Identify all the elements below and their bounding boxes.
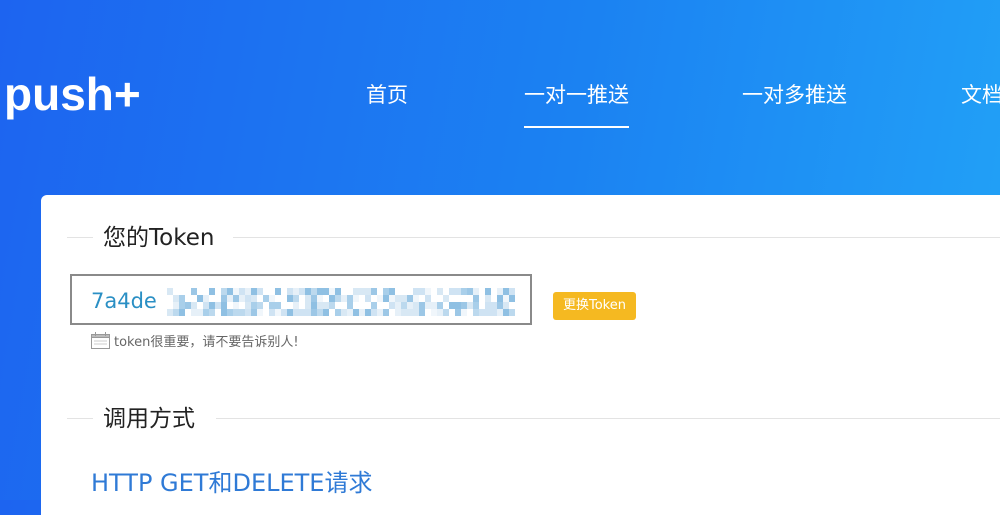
site-logo[interactable]: push+ <box>4 66 141 122</box>
site-header: push+ 首页 一对一推送 一对多推送 文档 <box>0 0 1000 195</box>
mosaic-pixel <box>503 302 509 309</box>
mosaic-pixel <box>485 295 491 302</box>
token-section-title: 您的Token <box>103 225 215 251</box>
mosaic-pixel <box>443 309 449 316</box>
nav-docs[interactable]: 文档 <box>961 80 1000 110</box>
mosaic-pixel <box>365 295 371 302</box>
mosaic-pixel <box>329 302 335 309</box>
mosaic-pixel <box>323 309 329 316</box>
mosaic-pixel <box>425 295 431 302</box>
mosaic-pixel <box>383 309 389 316</box>
mosaic-pixel <box>191 302 197 309</box>
section-divider <box>216 418 1000 419</box>
http-get-delete-link[interactable]: HTTP GET和DELETE请求 <box>91 467 372 499</box>
mosaic-pixel <box>509 309 515 316</box>
mosaic-pixel <box>371 288 377 295</box>
mosaic-pixel <box>371 302 377 309</box>
mosaic-pixel <box>509 295 515 302</box>
mosaic-pixel <box>437 288 443 295</box>
change-token-button[interactable]: 更换Token <box>553 292 636 320</box>
mosaic-pixel <box>293 302 299 309</box>
mosaic-pixel <box>485 288 491 295</box>
mosaic-pixel <box>179 309 185 316</box>
mosaic-pixel <box>293 295 299 302</box>
usage-section-title: 调用方式 <box>103 406 195 432</box>
nav-one-to-one-push[interactable]: 一对一推送 <box>524 80 629 128</box>
mosaic-pixel <box>509 288 515 295</box>
mosaic-pixel <box>209 288 215 295</box>
section-divider <box>233 237 1000 238</box>
mosaic-pixel <box>209 309 215 316</box>
mosaic-pixel <box>335 288 341 295</box>
mosaic-pixel <box>269 295 275 302</box>
mosaic-pixel <box>347 302 353 309</box>
main-card: 您的Token 7a4de 更换Token token很重要，请不要告诉别人! … <box>41 195 1000 515</box>
mosaic-pixel <box>413 295 419 302</box>
mosaic-pixel <box>389 288 395 295</box>
mosaic-pixel <box>473 295 479 302</box>
mosaic-pixel <box>317 295 323 302</box>
mosaic-pixel <box>275 302 281 309</box>
calendar-icon <box>91 332 110 355</box>
token-field[interactable]: 7a4de <box>70 274 532 325</box>
token-tip: token很重要，请不要告诉别人! <box>91 332 299 355</box>
mosaic-pixel <box>425 288 431 295</box>
mosaic-pixel <box>257 309 263 316</box>
mosaic-pixel <box>257 302 263 309</box>
mosaic-pixel <box>443 295 449 302</box>
mosaic-pixel <box>275 288 281 295</box>
mosaic-pixel <box>203 295 209 302</box>
nav-home[interactable]: 首页 <box>366 80 408 110</box>
mosaic-pixel <box>179 295 185 302</box>
mosaic-pixel <box>221 302 227 309</box>
mosaic-pixel <box>473 288 479 295</box>
token-section-header: 您的Token <box>41 223 1000 253</box>
mosaic-pixel <box>473 302 479 309</box>
mosaic-pixel <box>167 288 173 295</box>
mosaic-pixel <box>353 295 359 302</box>
token-obscured-mosaic <box>167 288 515 316</box>
mosaic-pixel <box>461 309 467 316</box>
section-divider <box>67 237 93 238</box>
mosaic-pixel <box>257 288 263 295</box>
mosaic-pixel <box>251 295 257 302</box>
token-tip-text: token很重要，请不要告诉别人! <box>114 335 299 350</box>
mosaic-pixel <box>191 288 197 295</box>
mosaic-pixel <box>419 309 425 316</box>
usage-section-header: 调用方式 <box>41 404 1000 434</box>
section-divider <box>67 418 93 419</box>
nav-one-to-many-push[interactable]: 一对多推送 <box>742 80 847 110</box>
mosaic-pixel <box>233 302 239 309</box>
mosaic-pixel <box>437 302 443 309</box>
token-value: 7a4de <box>91 289 157 313</box>
